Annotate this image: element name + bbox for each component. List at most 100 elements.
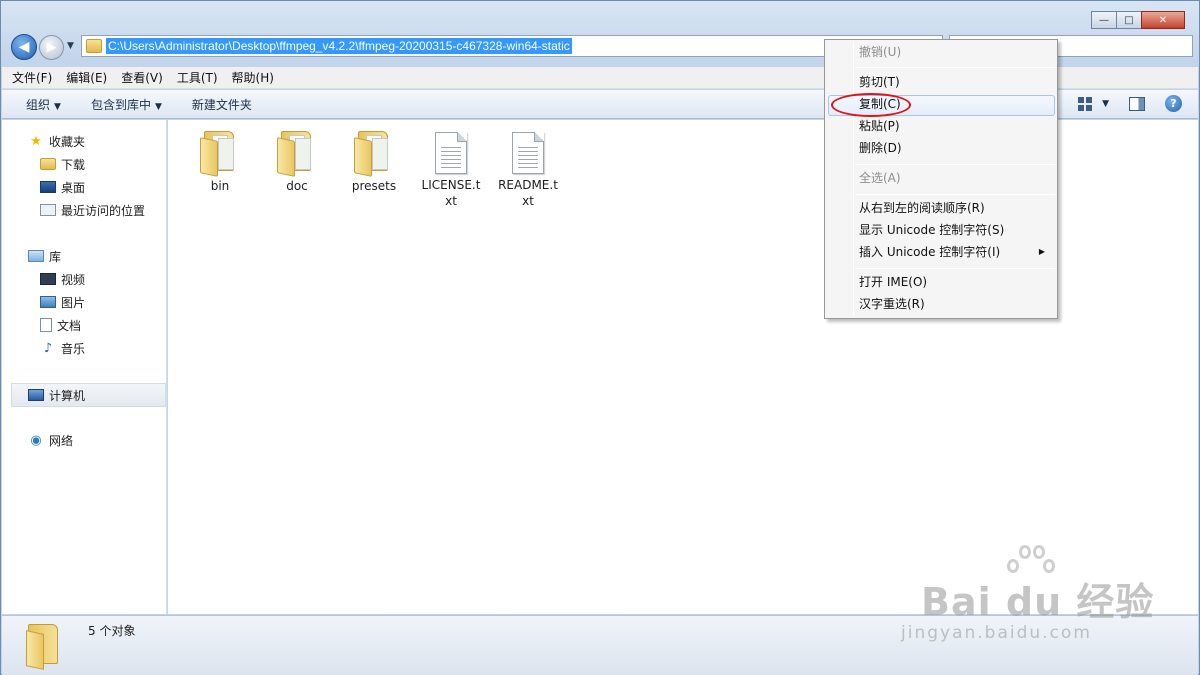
menu-separator bbox=[855, 164, 1055, 165]
nav-videos[interactable]: 视频 bbox=[40, 269, 85, 289]
computer-icon bbox=[28, 389, 44, 401]
history-dropdown[interactable]: ▼ bbox=[67, 41, 74, 51]
arrow-right-icon: ▶ bbox=[46, 40, 57, 55]
nav-network-label: 网络 bbox=[49, 433, 74, 448]
menu-item-insert-unicode-label: 插入 Unicode 控制字符(I) bbox=[859, 245, 1001, 259]
downloads-folder-icon bbox=[40, 158, 56, 170]
music-note-icon: ♪ bbox=[43, 340, 53, 356]
submenu-arrow-icon: ▶ bbox=[1038, 247, 1045, 256]
nav-recent-label: 最近访问的位置 bbox=[61, 203, 146, 218]
file-item-doc[interactable]: doc bbox=[259, 129, 335, 194]
include-library-label: 包含到库中 bbox=[90, 97, 151, 112]
preview-pane-icon[interactable] bbox=[1129, 96, 1145, 111]
nav-desktop[interactable]: 桌面 bbox=[40, 177, 85, 197]
menu-tools[interactable]: 工具(T) bbox=[177, 69, 218, 86]
nav-downloads[interactable]: 下载 bbox=[40, 154, 85, 174]
network-icon: ◉ bbox=[30, 432, 42, 448]
view-grid-icon[interactable] bbox=[1078, 96, 1094, 111]
forward-button[interactable]: ▶ bbox=[39, 35, 64, 60]
chevron-down-icon: ▼ bbox=[154, 101, 162, 112]
menu-file[interactable]: 文件(F) bbox=[12, 69, 52, 86]
file-name: README.txt bbox=[498, 178, 558, 208]
file-name: doc bbox=[286, 179, 308, 193]
explorer-window: — □ ✕ ◀ ▶ ▼ C:\Users\Administrator\Deskt… bbox=[0, 0, 1200, 675]
back-button[interactable]: ◀ bbox=[11, 34, 37, 60]
nav-music[interactable]: ♪ 音乐 bbox=[40, 338, 85, 358]
document-icon bbox=[40, 318, 52, 332]
menu-item-delete[interactable]: 删除(D) bbox=[859, 138, 1055, 158]
nav-documents[interactable]: 文档 bbox=[40, 315, 81, 335]
chevron-down-icon: ▼ bbox=[54, 101, 61, 112]
menu-separator bbox=[855, 67, 1055, 68]
nav-videos-label: 视频 bbox=[61, 272, 86, 287]
file-item-license[interactable]: LICENSE.txt bbox=[413, 132, 489, 209]
organize-label: 组织 bbox=[26, 97, 51, 112]
file-name: bin bbox=[210, 179, 230, 193]
folder-icon bbox=[86, 39, 102, 53]
watermark-url: jingyan.baidu.com bbox=[901, 623, 1092, 643]
menu-item-reconvert[interactable]: 汉字重选(R) bbox=[859, 294, 1055, 314]
address-path[interactable]: C:\Users\Administrator\Desktop\ffmpeg_v4… bbox=[106, 38, 572, 54]
nav-computer-label: 计算机 bbox=[49, 388, 86, 403]
nav-libraries[interactable]: 库 bbox=[28, 246, 61, 266]
picture-icon bbox=[40, 296, 56, 308]
nav-libraries-label: 库 bbox=[49, 249, 62, 264]
nav-downloads-label: 下载 bbox=[61, 157, 86, 172]
help-icon[interactable]: ? bbox=[1165, 95, 1182, 112]
folder-icon bbox=[277, 129, 317, 177]
menu-help[interactable]: 帮助(H) bbox=[232, 69, 274, 86]
nav-network[interactable]: ◉ 网络 bbox=[28, 430, 73, 450]
folder-icon bbox=[26, 624, 64, 670]
file-name: presets bbox=[351, 179, 397, 193]
organize-button[interactable]: 组织 ▼ bbox=[26, 96, 61, 113]
nav-computer[interactable]: 计算机 bbox=[28, 385, 85, 405]
file-item-bin[interactable]: bin bbox=[182, 129, 258, 194]
address-bar[interactable]: C:\Users\Administrator\Desktop\ffmpeg_v4… bbox=[81, 35, 943, 57]
include-library-button[interactable]: 包含到库中 ▼ bbox=[91, 96, 162, 113]
nav-documents-label: 文档 bbox=[57, 318, 82, 333]
library-icon bbox=[28, 250, 44, 262]
annotation-circle bbox=[831, 93, 911, 117]
menu-item-rtl[interactable]: 从右到左的阅读顺序(R) bbox=[859, 198, 1055, 218]
folder-icon bbox=[200, 129, 240, 177]
item-count: 5 个对象 bbox=[88, 624, 136, 638]
file-name: LICENSE.txt bbox=[421, 178, 481, 208]
menu-separator bbox=[855, 194, 1055, 195]
watermark: Bai du 经验 jingyan.baidu.com bbox=[901, 545, 1154, 643]
menu-view[interactable]: 查看(V) bbox=[121, 69, 163, 86]
menu-separator bbox=[855, 268, 1055, 269]
menu-item-undo[interactable]: 撤销(U) bbox=[859, 42, 1055, 62]
text-file-icon bbox=[512, 132, 544, 174]
maximize-button[interactable]: □ bbox=[1116, 11, 1142, 29]
nav-pictures[interactable]: 图片 bbox=[40, 292, 85, 312]
paw-logo-icon bbox=[1007, 545, 1055, 585]
nav-favorites-label: 收藏夹 bbox=[49, 134, 86, 149]
menu-item-show-unicode[interactable]: 显示 Unicode 控制字符(S) bbox=[859, 220, 1055, 240]
menu-item-select-all[interactable]: 全选(A) bbox=[859, 168, 1055, 188]
nav-recent[interactable]: 最近访问的位置 bbox=[40, 200, 145, 220]
folder-icon bbox=[354, 129, 394, 177]
nav-desktop-label: 桌面 bbox=[61, 180, 86, 195]
star-icon: ★ bbox=[30, 133, 42, 149]
arrow-left-icon: ◀ bbox=[18, 39, 30, 55]
menu-item-cut[interactable]: 剪切(T) bbox=[859, 72, 1055, 92]
minimize-button[interactable]: — bbox=[1091, 11, 1117, 29]
file-item-readme[interactable]: README.txt bbox=[490, 132, 566, 209]
command-bar-right: ▼ ? bbox=[1078, 95, 1182, 112]
nav-music-label: 音乐 bbox=[61, 341, 86, 356]
file-item-presets[interactable]: presets bbox=[336, 129, 412, 194]
desktop-icon bbox=[40, 181, 56, 193]
menu-item-open-ime[interactable]: 打开 IME(O) bbox=[859, 272, 1055, 292]
video-icon bbox=[40, 273, 56, 285]
text-file-icon bbox=[435, 132, 467, 174]
caption-buttons: — □ ✕ bbox=[1091, 11, 1185, 29]
nav-favorites[interactable]: ★ 收藏夹 bbox=[28, 131, 85, 151]
context-menu: 撤销(U) 剪切(T) 复制(C) 粘贴(P) 删除(D) 全选(A) 从右到左… bbox=[824, 39, 1058, 319]
menu-gutter bbox=[853, 42, 854, 316]
menu-item-paste[interactable]: 粘贴(P) bbox=[859, 116, 1055, 136]
close-button[interactable]: ✕ bbox=[1141, 11, 1185, 29]
view-options-dropdown[interactable]: ▼ bbox=[1102, 99, 1109, 109]
menu-item-insert-unicode[interactable]: 插入 Unicode 控制字符(I) ▶ bbox=[859, 242, 1055, 262]
new-folder-button[interactable]: 新建文件夹 bbox=[192, 96, 252, 113]
menu-edit[interactable]: 编辑(E) bbox=[66, 69, 107, 86]
